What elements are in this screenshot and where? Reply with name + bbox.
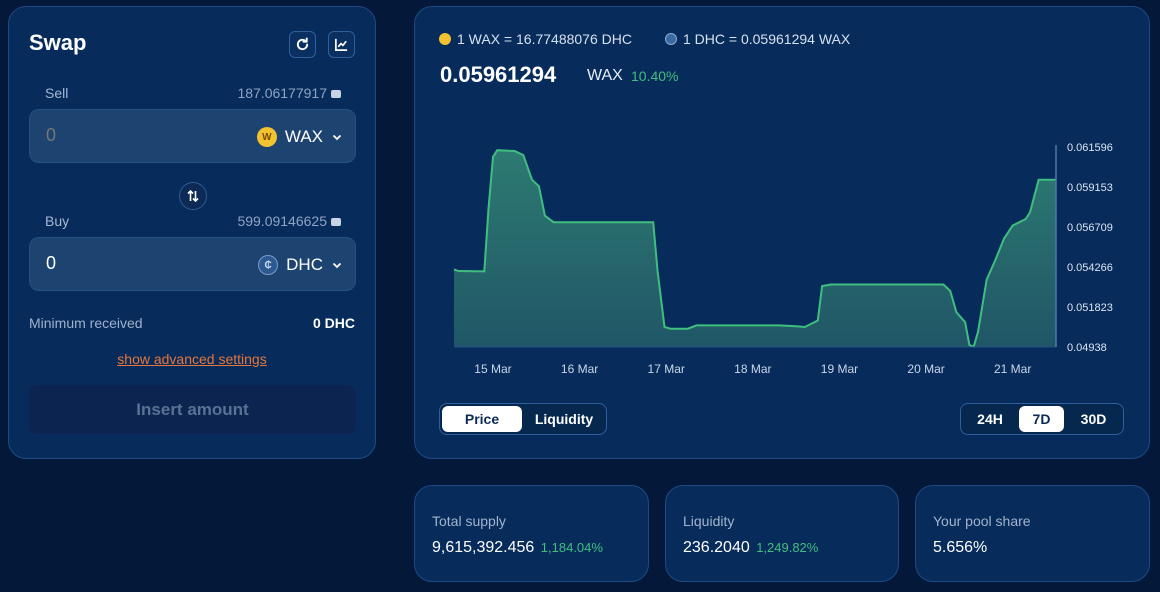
sell-token-select[interactable]: W WAX <box>256 110 343 164</box>
rate-dhc-wax: 1 DHC = 0.05961294 WAX <box>665 31 850 47</box>
y-tick-label: 0.054266 <box>1067 262 1113 274</box>
wax-token-icon: W <box>256 127 277 147</box>
dhc-token-icon <box>665 33 677 45</box>
y-tick-label: 0.051823 <box>1067 302 1113 314</box>
price-chart[interactable]: 0.061596 0.059153 0.056709 0.054266 0.051823… <box>415 107 1149 387</box>
range-24h[interactable]: 24H <box>963 406 1017 432</box>
minimum-received-value: 0 DHC <box>312 315 355 331</box>
chart-card: 1 WAX = 16.77488076 DHC 1 DHC = 0.059612… <box>414 6 1150 459</box>
y-tick-label: 0.04938 <box>1067 342 1107 354</box>
x-tick-label: 18 Mar <box>734 362 771 376</box>
rate-wax-dhc-text: 1 WAX = 16.77488076 DHC <box>457 31 632 47</box>
pool-share-label: Your pool share <box>933 513 1031 529</box>
buy-balance: 599.09146625 <box>237 213 341 229</box>
y-tick-label: 0.059153 <box>1067 182 1113 194</box>
buy-label: Buy <box>45 213 70 229</box>
price-area-fill <box>454 150 1056 347</box>
pool-share-card: Your pool share 5.656% <box>915 485 1150 582</box>
x-tick-label: 20 Mar <box>907 362 944 376</box>
liquidity-label: Liquidity <box>683 513 735 529</box>
swap-title: Swap <box>29 30 87 55</box>
buy-token-select[interactable]: ₵ DHC <box>258 238 343 292</box>
range-7d[interactable]: 7D <box>1019 406 1064 432</box>
sell-balance-value: 187.06177917 <box>237 85 327 101</box>
tab-liquidity[interactable]: Liquidity <box>524 406 604 432</box>
sell-balance: 187.06177917 <box>237 85 341 101</box>
x-tick-label: 17 Mar <box>648 362 685 376</box>
refresh-button[interactable] <box>289 31 316 58</box>
total-supply-value: 9,615,392.456 1,184.04% <box>432 539 603 557</box>
wallet-icon <box>331 218 341 226</box>
wallet-icon <box>331 90 341 98</box>
minimum-received-label: Minimum received <box>29 315 143 331</box>
buy-amount-input[interactable] <box>46 253 206 274</box>
total-supply-change: 1,184.04% <box>540 540 603 555</box>
total-supply-label: Total supply <box>432 513 506 529</box>
wax-token-icon <box>439 33 451 45</box>
price-change: 10.40% <box>631 68 679 84</box>
buy-balance-value: 599.09146625 <box>237 213 327 229</box>
swap-arrows-icon <box>187 189 199 203</box>
dhc-token-icon: ₵ <box>258 255 279 275</box>
y-tick-label: 0.056709 <box>1067 222 1113 234</box>
buy-token-label: DHC <box>286 255 323 274</box>
time-range-tabs: 24H 7D 30D <box>960 403 1124 435</box>
chart-icon <box>335 38 348 51</box>
chevron-down-icon <box>332 134 342 141</box>
current-price: 0.05961294 <box>440 62 557 87</box>
x-tick-label: 21 Mar <box>994 362 1031 376</box>
pool-share-value: 5.656% <box>933 539 988 556</box>
advanced-settings-link[interactable]: show advanced settings <box>9 351 375 367</box>
x-tick-label: 16 Mar <box>561 362 598 376</box>
refresh-icon <box>296 37 309 51</box>
total-supply-amount: 9,615,392.456 <box>432 539 535 556</box>
liquidity-value: 236.2040 1,249.82% <box>683 539 818 557</box>
rate-dhc-wax-text: 1 DHC = 0.05961294 WAX <box>683 31 851 47</box>
rate-wax-dhc: 1 WAX = 16.77488076 DHC <box>439 31 632 47</box>
insert-amount-button[interactable]: Insert amount <box>29 385 356 434</box>
x-tick-label: 15 Mar <box>474 362 511 376</box>
buy-input-box: ₵ DHC <box>29 237 356 291</box>
sell-label: Sell <box>45 85 69 101</box>
sell-amount-input[interactable] <box>46 125 206 146</box>
swap-card: Swap Sell 187.06177917 W WAX Buy 599.091… <box>8 6 376 459</box>
total-supply-card: Total supply 9,615,392.456 1,184.04% <box>414 485 649 582</box>
chart-toggle-button[interactable] <box>328 31 355 58</box>
range-30d[interactable]: 30D <box>1066 406 1121 432</box>
y-tick-label: 0.061596 <box>1067 142 1113 154</box>
swap-direction-button[interactable] <box>179 182 207 210</box>
x-tick-label: 19 Mar <box>821 362 858 376</box>
chart-type-tabs: Price Liquidity <box>439 403 607 435</box>
sell-token-label: WAX <box>284 127 323 146</box>
liquidity-card: Liquidity 236.2040 1,249.82% <box>665 485 899 582</box>
price-unit: WAX <box>587 67 623 84</box>
tab-price[interactable]: Price <box>442 406 522 432</box>
sell-input-box: W WAX <box>29 109 356 163</box>
liquidity-amount: 236.2040 <box>683 539 750 556</box>
chevron-down-icon <box>332 262 342 269</box>
liquidity-change: 1,249.82% <box>756 540 819 555</box>
